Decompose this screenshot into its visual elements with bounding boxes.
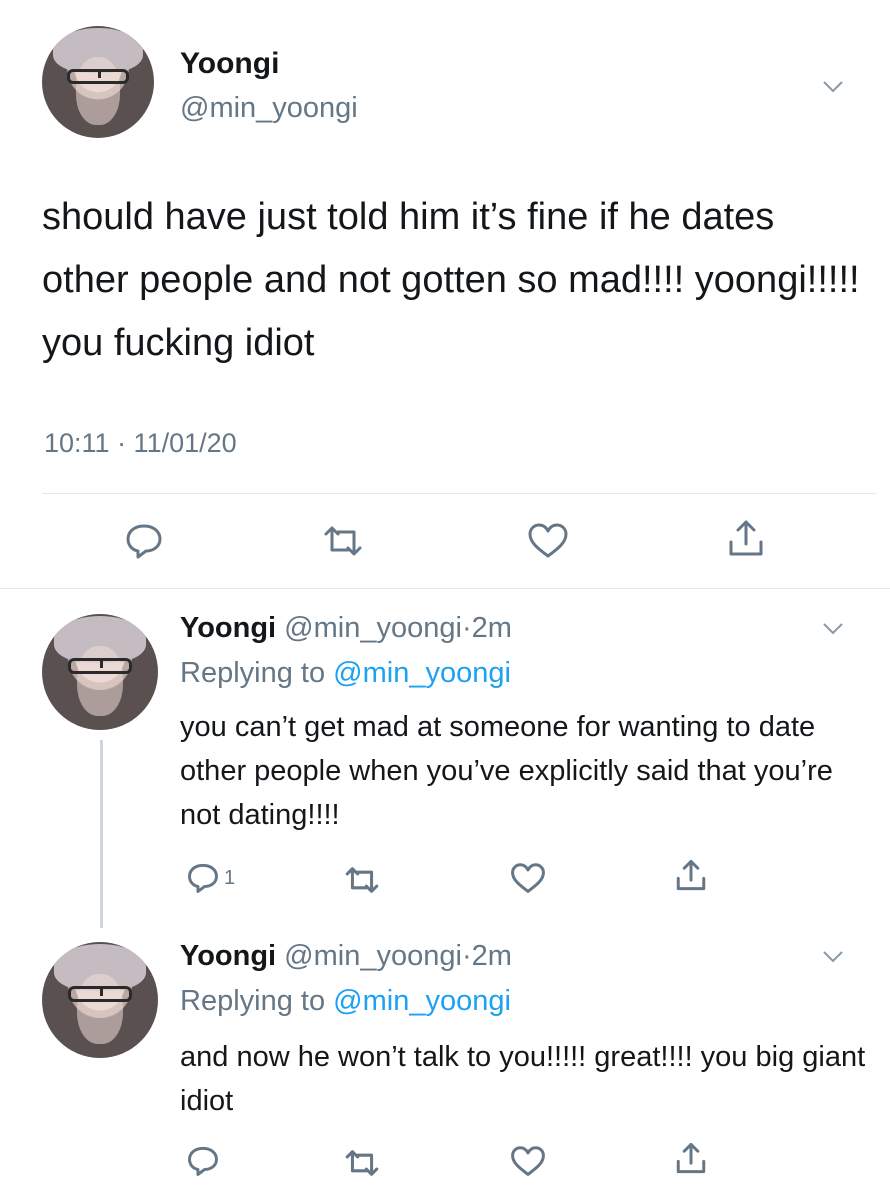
like-button[interactable] <box>510 1145 546 1178</box>
handle[interactable]: @min_yoongi <box>284 940 462 972</box>
handle[interactable]: @min_yoongi <box>284 612 462 644</box>
tweet-text: should have just told him it’s fine if h… <box>42 196 860 364</box>
reply-icon <box>188 1146 218 1176</box>
retweet-button[interactable] <box>342 865 382 895</box>
avatar[interactable] <box>42 26 154 138</box>
replying-to: Replying to @min_yoongi <box>180 657 511 690</box>
share-button[interactable] <box>674 858 708 892</box>
heart-icon <box>511 1146 545 1176</box>
reply-header: Yoongi @min_yoongi·2m <box>180 940 512 973</box>
chevron-down-icon[interactable] <box>822 80 844 94</box>
replying-to: Replying to @min_yoongi <box>180 985 511 1018</box>
like-button[interactable] <box>510 862 546 895</box>
heart-icon <box>528 523 568 558</box>
display-name[interactable]: Yoongi <box>180 940 276 972</box>
tweet-text: and now he won’t talk to you!!!!! great!… <box>180 1041 866 1117</box>
mention-link[interactable]: @min_yoongi <box>333 657 511 689</box>
divider <box>42 493 876 494</box>
heart-icon <box>511 863 545 893</box>
tweet-text: you can’t get mad at someone for wanting… <box>180 711 833 831</box>
mention-link[interactable]: @min_yoongi <box>333 985 511 1017</box>
retweet-icon <box>324 526 362 556</box>
avatar[interactable] <box>42 942 158 1058</box>
retweet-button[interactable] <box>320 524 366 558</box>
like-button[interactable] <box>527 522 569 560</box>
separator: · <box>461 612 472 644</box>
reply-icon <box>188 863 218 893</box>
timestamp[interactable]: 10:11 · 11/01/20 <box>44 428 237 459</box>
share-button[interactable] <box>726 518 766 558</box>
thread-line <box>100 740 103 928</box>
avatar[interactable] <box>42 614 158 730</box>
divider <box>0 588 890 589</box>
retweet-icon <box>345 1150 379 1176</box>
reply-icon <box>126 524 162 559</box>
replying-prefix: Replying to <box>180 985 326 1017</box>
display-name[interactable]: Yoongi <box>180 612 276 644</box>
time[interactable]: 2m <box>472 940 512 972</box>
share-icon <box>676 1142 706 1174</box>
reply-button[interactable]: 1 <box>186 862 235 894</box>
share-icon <box>676 859 706 891</box>
separator: · <box>461 940 472 972</box>
share-icon <box>729 520 763 556</box>
reply-button[interactable] <box>124 522 164 560</box>
reply-count: 1 <box>224 866 236 889</box>
reply-button[interactable] <box>186 1145 220 1177</box>
chevron-down-icon[interactable] <box>822 622 844 636</box>
handle[interactable]: @min_yoongi <box>180 92 358 125</box>
retweet-button[interactable] <box>342 1148 382 1178</box>
display-name[interactable]: Yoongi <box>180 47 279 81</box>
reply-header: Yoongi @min_yoongi·2m <box>180 612 512 645</box>
time[interactable]: 2m <box>472 612 512 644</box>
retweet-icon <box>345 867 379 893</box>
chevron-down-icon[interactable] <box>822 950 844 964</box>
share-button[interactable] <box>674 1141 708 1175</box>
replying-prefix: Replying to <box>180 657 326 689</box>
